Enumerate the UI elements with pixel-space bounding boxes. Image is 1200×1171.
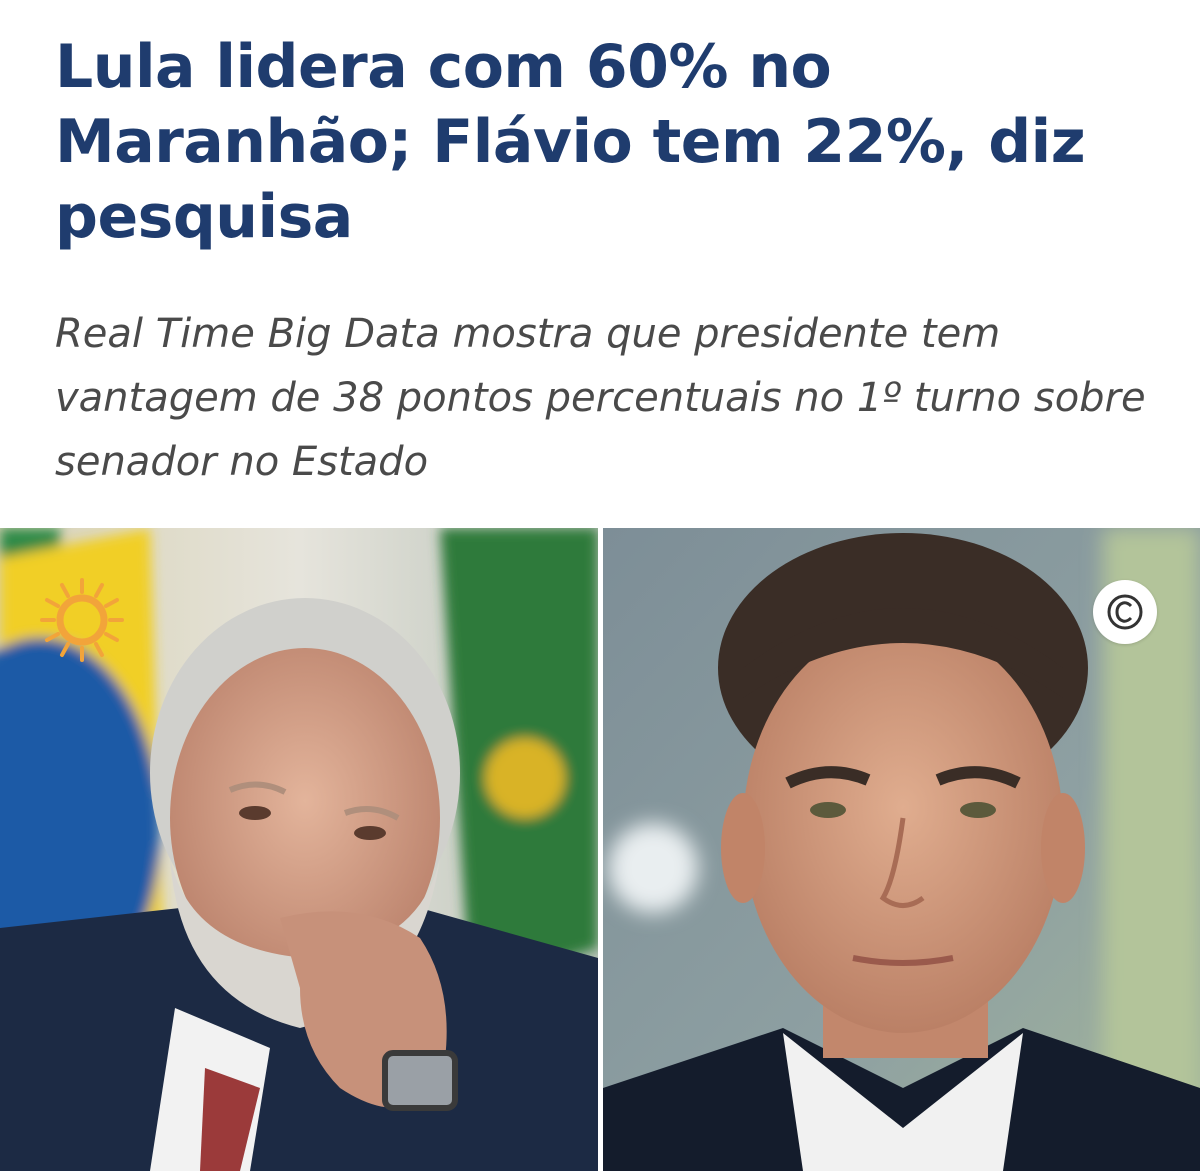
- article-subheadline: Real Time Big Data mostra que presidente…: [55, 311, 1146, 485]
- copyright-icon: [1093, 580, 1157, 644]
- left-portrait-photo: [0, 528, 598, 1171]
- right-portrait-photo: [603, 528, 1200, 1171]
- article-headline: Lula lidera com 60% no Maranhão; Flávio …: [55, 32, 1086, 252]
- article-photo-strip: [0, 528, 1200, 1171]
